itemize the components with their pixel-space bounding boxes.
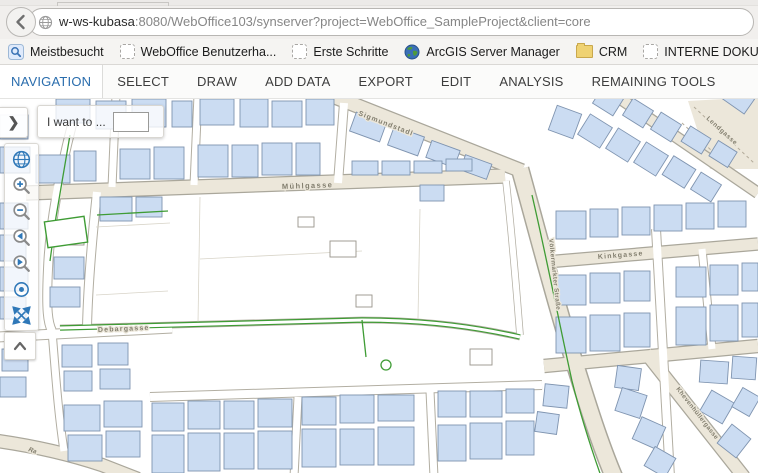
- browser-address-bar: w-ws-kubasa:8080/WebOffice103/synserver?…: [0, 6, 758, 39]
- overview-globe-button[interactable]: [9, 147, 35, 171]
- earth-icon: [404, 44, 420, 60]
- map-toolbar: [4, 143, 39, 331]
- url-field[interactable]: w-ws-kubasa:8080/WebOffice103/synserver?…: [28, 8, 754, 36]
- map-viewport[interactable]: Sigmundstadl Mühlgasse Lendgasse Kinkgas…: [0, 99, 758, 473]
- back-arrow-icon: [13, 14, 29, 30]
- center-map-button[interactable]: [9, 277, 35, 301]
- placeholder-icon: [120, 44, 135, 59]
- bookmarks-bar: Meistbesucht WebOffice Benutzerha... Ers…: [0, 39, 758, 65]
- tab-select[interactable]: SELECT: [103, 65, 183, 98]
- previous-extent-button[interactable]: [9, 225, 35, 249]
- zoom-in-icon: [11, 175, 32, 196]
- browser-titlebar: [0, 0, 758, 6]
- tab-export[interactable]: EXPORT: [344, 65, 426, 98]
- i-want-to-panel: I want to ...: [37, 105, 164, 138]
- next-extent-icon: [11, 253, 32, 274]
- tab-remaining-tools[interactable]: REMAINING TOOLS: [578, 65, 730, 98]
- bookmark-erste-schritte[interactable]: Erste Schritte: [292, 44, 388, 59]
- globe-icon: [38, 15, 53, 30]
- bookmark-interne-doku[interactable]: INTERNE DOKU: [643, 44, 758, 59]
- street-label: Mühlgasse: [282, 180, 334, 191]
- full-extent-pan-button[interactable]: [9, 303, 35, 327]
- expand-arrows-icon: [11, 305, 32, 326]
- zoom-in-button[interactable]: [9, 173, 35, 197]
- collapse-toolbar-button[interactable]: [4, 332, 36, 360]
- bookmark-arcgis-server-manager[interactable]: ArcGIS Server Manager: [404, 44, 559, 60]
- folder-icon: [576, 45, 593, 58]
- zoom-out-button[interactable]: [9, 199, 35, 223]
- tab-navigation[interactable]: NAVIGATION: [0, 65, 103, 98]
- chevron-up-icon: [12, 340, 28, 352]
- tab-edit[interactable]: EDIT: [427, 65, 485, 98]
- chevron-right-icon: ❯: [8, 114, 20, 131]
- previous-extent-icon: [11, 227, 32, 248]
- zoom-out-icon: [11, 201, 32, 222]
- back-button[interactable]: [6, 7, 36, 37]
- i-want-to-label: I want to ...: [47, 115, 106, 129]
- placeholder-icon: [292, 44, 307, 59]
- tab-analysis[interactable]: ANALYSIS: [485, 65, 577, 98]
- basemap-canvas[interactable]: Sigmundstadl Mühlgasse Lendgasse Kinkgas…: [0, 99, 758, 473]
- search-icon: [8, 44, 24, 60]
- next-extent-button[interactable]: [9, 251, 35, 275]
- tab-draw[interactable]: DRAW: [183, 65, 251, 98]
- center-map-icon: [11, 279, 32, 300]
- bookmark-meistbesucht[interactable]: Meistbesucht: [8, 44, 104, 60]
- weboffice-menu-bar: NAVIGATION SELECT DRAW ADD DATA EXPORT E…: [0, 65, 758, 99]
- bookmark-crm[interactable]: CRM: [576, 45, 627, 59]
- globe-tool-icon: [11, 149, 32, 170]
- sidebar-expander-button[interactable]: ❯: [0, 107, 28, 138]
- url-text: w-ws-kubasa:8080/WebOffice103/synserver?…: [59, 14, 591, 29]
- placeholder-icon: [643, 44, 658, 59]
- bookmark-weboffice-benutzerhandbuch[interactable]: WebOffice Benutzerha...: [120, 44, 277, 59]
- i-want-to-input[interactable]: [113, 112, 149, 132]
- tab-add-data[interactable]: ADD DATA: [251, 65, 344, 98]
- browser-tab-edge: [57, 2, 169, 6]
